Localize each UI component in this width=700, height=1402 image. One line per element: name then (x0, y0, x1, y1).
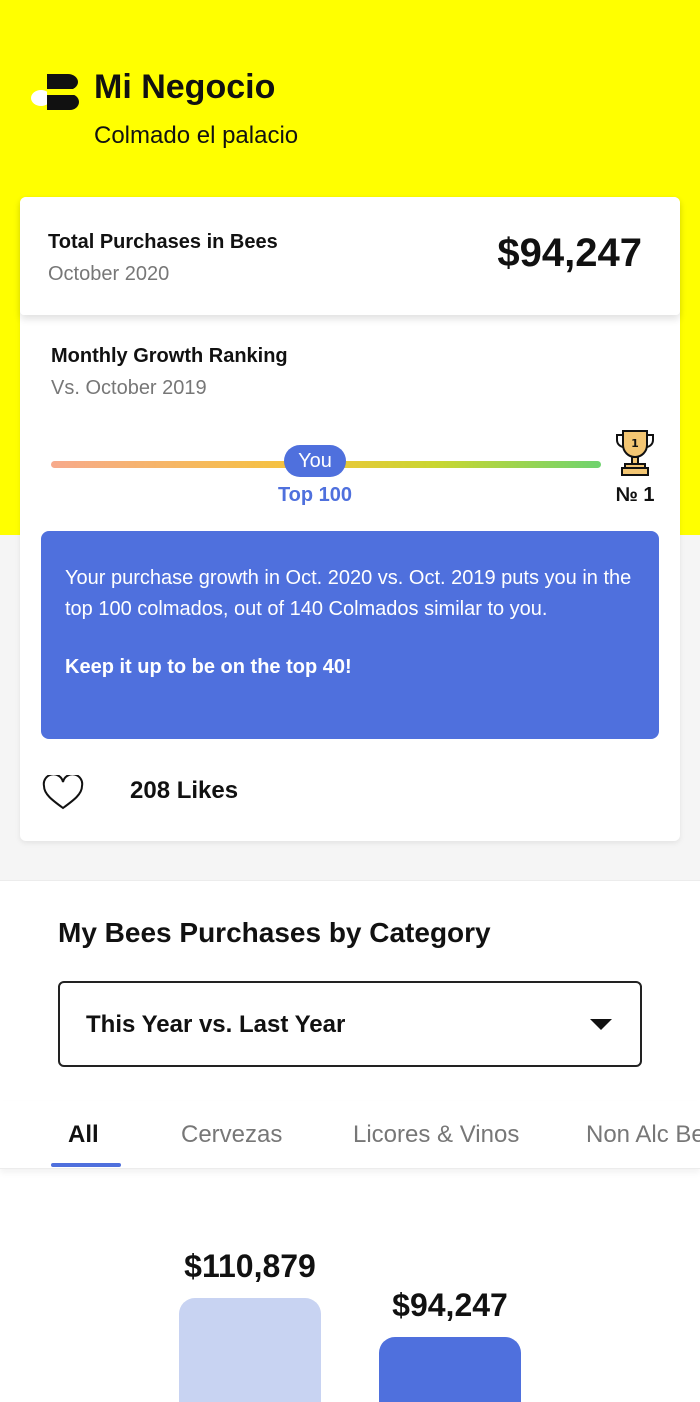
growth-info-box: Your purchase growth in Oct. 2020 vs. Oc… (41, 531, 659, 739)
trophy-number: 1 (631, 437, 639, 450)
active-tab-indicator (51, 1163, 121, 1167)
ranking-position-label: Top 100 (277, 484, 353, 506)
bar-value-label-last-year: $110,879 (184, 1248, 316, 1284)
category-tabs: All Cervezas Licores & Vinos Non Alc Be (0, 1101, 700, 1169)
you-marker: You (284, 445, 346, 477)
tab-cervezas[interactable]: Cervezas (181, 1121, 282, 1149)
first-place-label: № 1 (615, 484, 655, 506)
bar-value-label-this-year: $94,247 (392, 1287, 508, 1323)
ranking-card: Total Purchases in Bees October 2020 $94… (20, 197, 680, 841)
period-select[interactable]: This Year vs. Last Year (58, 981, 642, 1067)
bar-this-year (379, 1337, 521, 1402)
tab-non-alc[interactable]: Non Alc Be (586, 1121, 700, 1149)
ranking-comparison: Vs. October 2019 (51, 377, 207, 399)
total-purchases-amount: $94,247 (497, 231, 642, 275)
likes-count: 208 Likes (130, 777, 239, 804)
bees-logo-icon (31, 74, 79, 110)
app-title: Mi Negocio (94, 68, 276, 106)
period-select-value: This Year vs. Last Year (86, 1011, 346, 1038)
bar-last-year (179, 1298, 321, 1402)
ranking-title: Monthly Growth Ranking (51, 345, 288, 367)
category-title: My Bees Purchases by Category (58, 917, 491, 948)
total-purchases-card[interactable]: Total Purchases in Bees October 2020 $94… (20, 197, 680, 315)
tab-all[interactable]: All (68, 1121, 99, 1149)
category-chart: $110,879 $94,247 (0, 1169, 700, 1402)
growth-info-cta: Keep it up to be on the top 40! (65, 656, 352, 678)
caret-down-icon (590, 1019, 612, 1030)
tab-licores-vinos[interactable]: Licores & Vinos (353, 1121, 519, 1149)
total-purchases-label: Total Purchases in Bees (48, 231, 278, 253)
heart-icon[interactable] (42, 775, 84, 811)
category-purchases-card: My Bees Purchases by Category This Year … (0, 880, 700, 1402)
growth-info-text: Your purchase growth in Oct. 2020 vs. Oc… (65, 567, 632, 620)
total-purchases-period: October 2020 (48, 263, 170, 285)
store-name: Colmado el palacio (94, 122, 299, 149)
trophy-icon: 1 (616, 430, 654, 476)
